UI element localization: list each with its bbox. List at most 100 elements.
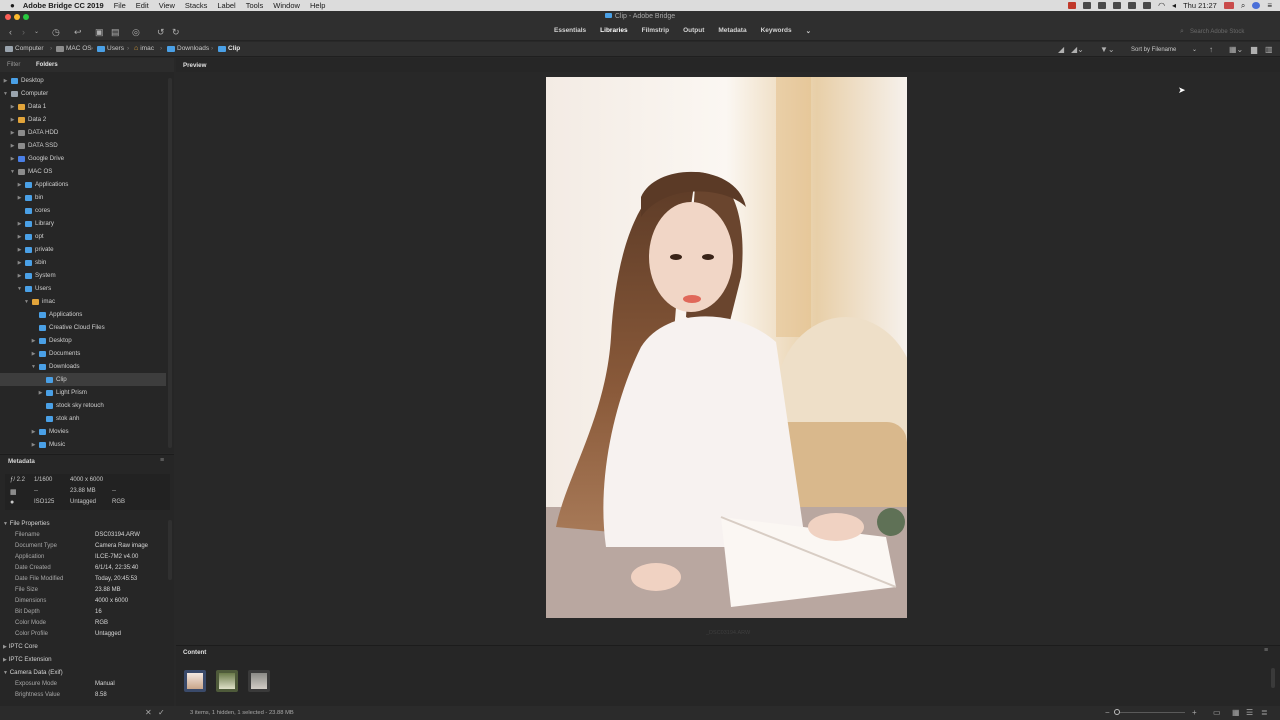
spotlight-icon[interactable]: ⌕: [1241, 1, 1245, 11]
tab-filmstrip[interactable]: Filmstrip: [642, 27, 669, 35]
folder-tree-item[interactable]: ▶ sbin: [0, 256, 166, 269]
apple-icon[interactable]: ●: [10, 1, 15, 10]
folder-tree-item[interactable]: ▶ bin: [0, 191, 166, 204]
metadata-value[interactable]: Untagged: [95, 629, 185, 640]
lock-grid-icon[interactable]: ▭: [1213, 708, 1221, 717]
tab-preview[interactable]: Preview: [183, 62, 206, 69]
tray-display-icon[interactable]: [1098, 2, 1107, 9]
folder-tree-item[interactable]: ▶ DATA SSD: [0, 139, 166, 152]
sort-dropdown[interactable]: Sort by Filename ⌄: [1131, 46, 1197, 53]
folder-tree-item[interactable]: cores: [0, 204, 166, 217]
view-details-icon[interactable]: ☰: [1246, 708, 1253, 717]
tab-folders[interactable]: Folders: [36, 62, 58, 68]
zoom-out-icon[interactable]: −: [1105, 708, 1110, 717]
disclosure-closed-icon[interactable]: ▶: [31, 351, 36, 357]
panel-menu-icon[interactable]: ≡: [160, 457, 164, 464]
folder-tree-item[interactable]: ▶ DATA HDD: [0, 126, 166, 139]
disclosure-open-icon[interactable]: ▼: [17, 286, 22, 292]
metadata-value[interactable]: 4000 x 6000: [95, 596, 185, 607]
menu-stacks[interactable]: Stacks: [185, 1, 208, 10]
thumbnail[interactable]: [216, 670, 238, 692]
folder-tree-item[interactable]: ▶ Desktop: [0, 74, 166, 87]
camera-import-icon[interactable]: ▣: [95, 26, 104, 38]
menu-help[interactable]: Help: [310, 1, 325, 10]
apply-check-icon[interactable]: ✓: [158, 708, 165, 717]
folder-tree-item[interactable]: ▶ Movies: [0, 425, 166, 438]
disclosure-closed-icon[interactable]: ▶: [3, 78, 8, 84]
metadata-value[interactable]: 8.58: [95, 690, 185, 701]
folder-tree-item[interactable]: ▶ opt: [0, 230, 166, 243]
trash-icon[interactable]: ▥: [1265, 44, 1273, 56]
menu-window[interactable]: Window: [273, 1, 300, 10]
metadata-value[interactable]: 16: [95, 607, 185, 618]
zoom-in-icon[interactable]: +: [1192, 708, 1197, 717]
folder-tree-item[interactable]: ▶ Music: [0, 438, 166, 451]
folder-scrollbar[interactable]: [168, 78, 172, 448]
open-recent-icon[interactable]: ▦⌄: [1229, 44, 1243, 56]
filter-icon[interactable]: ▼⌄: [1100, 44, 1115, 56]
breadcrumb-imac[interactable]: ⌂ imac: [134, 45, 154, 52]
iptc-extension-header[interactable]: ▶ IPTC Extension: [3, 656, 52, 663]
disclosure-open-icon[interactable]: ▼: [24, 299, 29, 305]
disclosure-closed-icon[interactable]: ▶: [10, 156, 15, 162]
folder-tree-item[interactable]: ▶ Data 2: [0, 113, 166, 126]
metadata-scrollbar[interactable]: [168, 520, 172, 580]
new-folder-icon[interactable]: ▆: [1251, 44, 1257, 56]
disclosure-closed-icon[interactable]: ▶: [17, 195, 22, 201]
back-arrow-icon[interactable]: ‹: [9, 26, 12, 38]
folder-tree-item[interactable]: ▼ imac: [0, 295, 166, 308]
folder-tree-item[interactable]: ▶ Applications: [0, 178, 166, 191]
folder-tree-item[interactable]: ▶ Desktop: [0, 334, 166, 347]
tab-essentials[interactable]: Essentials: [554, 27, 586, 35]
metadata-value[interactable]: Manual: [95, 679, 185, 690]
slider-handle[interactable]: [1114, 709, 1120, 715]
forward-arrow-icon[interactable]: ›: [22, 26, 25, 38]
disclosure-closed-icon[interactable]: ▶: [38, 390, 43, 396]
tray-record-icon[interactable]: [1068, 2, 1077, 9]
breadcrumb-macos[interactable]: MAC OS: [56, 45, 92, 52]
iptc-core-header[interactable]: ▶ IPTC Core: [3, 643, 38, 650]
folder-tree-item[interactable]: ▼ Users: [0, 282, 166, 295]
minimize-window-button[interactable]: [14, 14, 20, 20]
menu-tools[interactable]: Tools: [246, 1, 264, 10]
view-list-icon[interactable]: ≣: [1261, 708, 1268, 717]
folder-tree-item[interactable]: ▶ System: [0, 269, 166, 282]
folder-tree-item[interactable]: ▼ Computer: [0, 87, 166, 100]
wifi-icon[interactable]: ◠: [1158, 1, 1165, 10]
tray-app-icon[interactable]: [1083, 2, 1092, 9]
tab-metadata[interactable]: Metadata: [718, 27, 746, 35]
flag-icon[interactable]: [1223, 2, 1234, 9]
tray-creative-cloud-icon[interactable]: [1143, 2, 1152, 9]
quality-icon[interactable]: ◢: [1058, 44, 1064, 56]
thumbnail[interactable]: [248, 670, 270, 692]
recent-files-icon[interactable]: ◷: [52, 26, 60, 38]
folder-tree-item[interactable]: ▶ Light Prism: [0, 386, 166, 399]
breadcrumb-computer[interactable]: Computer: [5, 45, 44, 52]
close-window-button[interactable]: [5, 14, 11, 20]
app-menu[interactable]: Adobe Bridge CC 2019: [23, 1, 104, 10]
disclosure-closed-icon[interactable]: ▶: [10, 143, 15, 149]
disclosure-closed-icon[interactable]: ▶: [31, 338, 36, 344]
disclosure-closed-icon[interactable]: ▶: [17, 273, 22, 279]
preview-image[interactable]: [546, 77, 907, 618]
folder-tree-item[interactable]: ▼ MAC OS: [0, 165, 166, 178]
menu-view[interactable]: View: [159, 1, 175, 10]
folder-tree-item[interactable]: ▶ Google Drive: [0, 152, 166, 165]
disclosure-closed-icon[interactable]: ▶: [17, 247, 22, 253]
menu-label[interactable]: Label: [217, 1, 235, 10]
sort-ascending-icon[interactable]: ↑: [1209, 44, 1213, 56]
breadcrumb-users[interactable]: Users: [97, 45, 124, 52]
tab-output[interactable]: Output: [683, 27, 704, 35]
folder-tree-item[interactable]: Creative Cloud Files: [0, 321, 166, 334]
content-scrollbar[interactable]: [1271, 668, 1275, 688]
search-stock-input[interactable]: ⌕ Search Adobe Stock: [1178, 27, 1264, 37]
disclosure-open-icon[interactable]: ▼: [10, 169, 15, 175]
disclosure-closed-icon[interactable]: ▶: [17, 221, 22, 227]
tab-filter[interactable]: Filter: [7, 62, 20, 68]
disclosure-closed-icon[interactable]: ▶: [10, 117, 15, 123]
menu-file[interactable]: File: [114, 1, 126, 10]
volume-icon[interactable]: ◂: [1172, 1, 1176, 10]
tray-extension-icon[interactable]: [1113, 2, 1122, 9]
camera-data-header[interactable]: ▼ Camera Data (Exif): [3, 669, 63, 676]
boomerang-icon[interactable]: ↩: [74, 26, 82, 38]
